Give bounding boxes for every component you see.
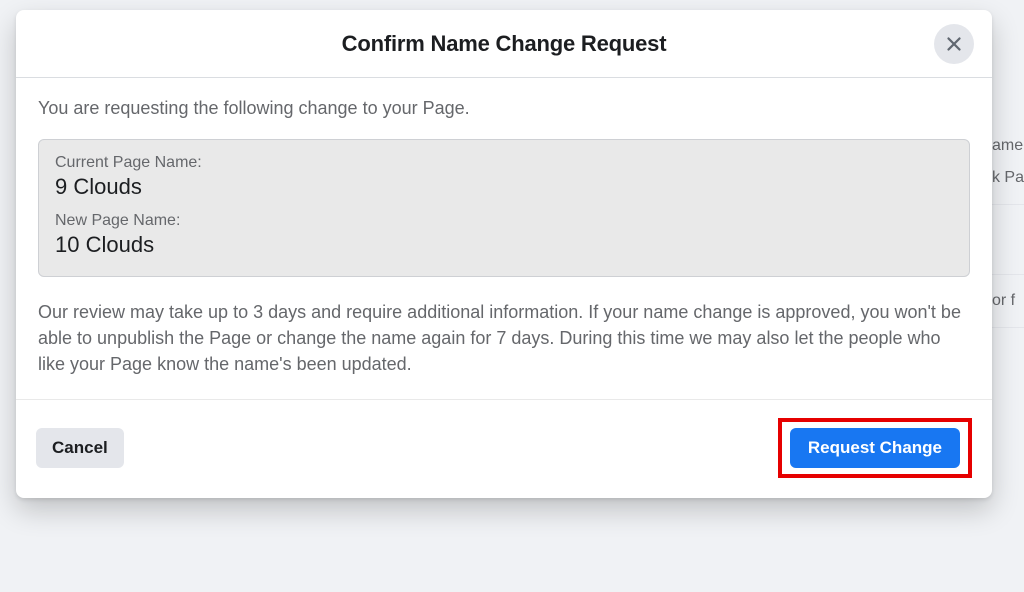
close-icon (943, 33, 965, 55)
background-page: amek Pa or f (992, 120, 1024, 328)
dialog-title: Confirm Name Change Request (342, 31, 667, 57)
name-change-summary: Current Page Name: 9 Clouds New Page Nam… (38, 139, 970, 277)
dialog-header: Confirm Name Change Request (16, 10, 992, 78)
name-change-dialog: Confirm Name Change Request You are requ… (16, 10, 992, 498)
bg-text: amek Pa (992, 120, 1024, 205)
current-name-label: Current Page Name: (55, 154, 953, 172)
request-change-button[interactable]: Request Change (790, 428, 960, 468)
dialog-footer: Cancel Request Change (16, 399, 992, 498)
highlight-box: Request Change (778, 418, 972, 478)
review-notice: Our review may take up to 3 days and req… (38, 299, 970, 377)
bg-text: or f (992, 275, 1024, 328)
new-name-value: 10 Clouds (55, 232, 953, 258)
intro-text: You are requesting the following change … (38, 98, 970, 119)
close-button[interactable] (934, 24, 974, 64)
dialog-body: You are requesting the following change … (16, 78, 992, 377)
bg-spacer (992, 205, 1024, 275)
cancel-button[interactable]: Cancel (36, 428, 124, 468)
current-name-value: 9 Clouds (55, 174, 953, 200)
new-name-label: New Page Name: (55, 212, 953, 230)
